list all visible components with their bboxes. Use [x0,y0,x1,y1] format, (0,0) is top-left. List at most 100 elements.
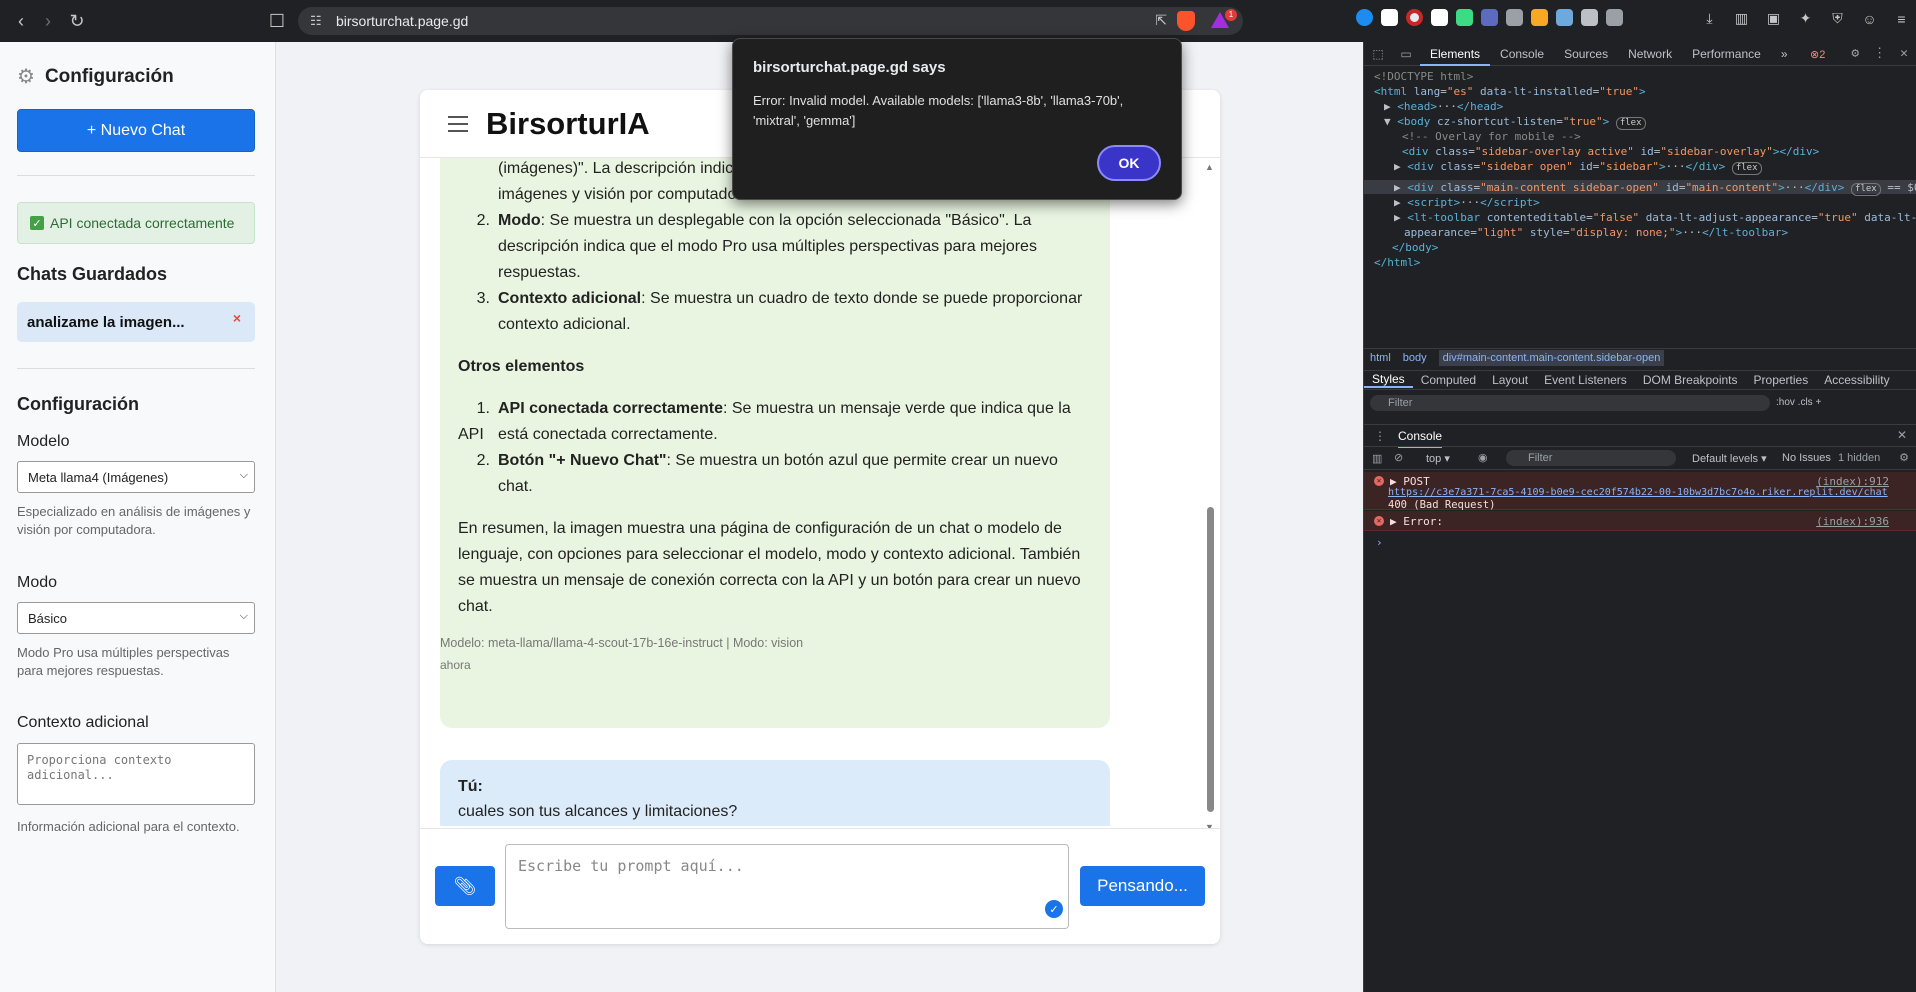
user-label: Tú: [458,778,483,795]
more-options-icon[interactable]: ⋮ [1873,46,1886,61]
console-filter-input[interactable]: Filter [1506,450,1676,466]
tab-event-listeners[interactable]: Event Listeners [1536,373,1635,387]
brave-shields-icon[interactable] [1177,11,1195,31]
dom-node[interactable]: </body> [1392,241,1438,254]
clear-console-icon[interactable]: ⊘ [1394,451,1403,464]
scrollbar-thumb[interactable] [1207,507,1214,812]
close-drawer-icon[interactable]: ✕ [1897,428,1907,442]
tab-performance[interactable]: Performance [1682,42,1771,66]
menu-icon[interactable]: ≡ [1892,9,1911,28]
extension-2-icon[interactable] [1381,9,1398,26]
tab-computed[interactable]: Computed [1413,373,1484,387]
dom-node[interactable]: appearance="light" style="display: none;… [1404,226,1788,239]
gear-icon: ⚙ [17,66,35,88]
context-textarea[interactable]: Proporciona contexto adicional... [17,743,255,805]
console-error-row[interactable]: ✕ ▶ POST (index):912 https://c3e7a371-7c… [1364,472,1916,511]
extension-1-icon[interactable] [1356,9,1373,26]
bookmark-icon[interactable]: ☐ [262,6,292,36]
extension-8-icon[interactable] [1531,9,1548,26]
scroll-up-icon[interactable]: ▲ [1205,162,1214,172]
tab-styles[interactable]: Styles [1364,372,1413,388]
close-icon[interactable]: ✕ [1900,46,1908,61]
model-label: Modelo [17,433,70,450]
profile-icon[interactable]: ☺ [1860,9,1879,28]
sidebar-toggle-icon[interactable]: ▥ [1732,9,1751,28]
mode-select[interactable]: Básico ⌵ [17,602,255,634]
leo-ai-icon[interactable]: ✦ [1796,9,1815,28]
dom-node[interactable]: ▶ <div class="sidebar open" id="sidebar"… [1394,160,1762,175]
console-error-row[interactable]: ✕ ▶ Error: (index):936 [1364,511,1916,531]
dom-node[interactable]: ▶ <head>···</head> [1384,100,1503,113]
vpn-icon[interactable]: ⛨ [1828,9,1847,28]
alert-ok-button[interactable]: OK [1097,145,1161,181]
breadcrumb-main-content[interactable]: div#main-content.main-content.sidebar-op… [1438,349,1665,366]
dom-node[interactable]: ▶ <div class="main-content sidebar-open"… [1394,181,1916,196]
divider [17,175,255,176]
dom-node[interactable]: <div class="sidebar-overlay active" id="… [1402,145,1819,158]
drawer-menu-icon[interactable]: ⋮ [1374,429,1386,443]
send-button[interactable]: Pensando... [1080,866,1205,906]
error-source-link[interactable]: (index):936 [1816,515,1889,528]
hamburger-menu-icon[interactable] [448,116,468,137]
tab-accessibility[interactable]: Accessibility [1816,373,1897,387]
dom-node[interactable]: <!DOCTYPE html> [1374,70,1473,83]
dom-node[interactable]: <html lang="es" data-lt-installed="true"… [1374,85,1646,98]
address-bar[interactable]: ☷ birsorturchat.page.gd ⇱ 1 [298,7,1243,35]
extension-10-icon[interactable] [1606,9,1623,26]
attach-button[interactable]: 📎︎ [435,866,495,906]
messages-scrollbar[interactable]: ▲ ▼ [1205,162,1215,832]
extension-6-icon[interactable] [1481,9,1498,26]
styles-filter-input[interactable]: Filter [1370,395,1770,411]
sidebar-toggle-icon[interactable]: ▥ [1372,452,1382,465]
console-prompt[interactable]: › [1376,536,1383,549]
extension-3-icon[interactable] [1406,9,1423,26]
site-info-icon[interactable]: ☷ [310,13,322,29]
saved-chat-item[interactable]: analizame la imagen... × [17,302,255,342]
model-select[interactable]: Meta llama4 (Imágenes) ⌵ [17,461,255,493]
more-tabs-icon[interactable]: » [1771,42,1798,66]
share-icon[interactable]: ⇱ [1155,12,1167,29]
issues-indicator[interactable]: No Issues [1782,452,1831,464]
extension-4-icon[interactable] [1431,9,1448,26]
dom-node[interactable]: </html> [1374,256,1420,269]
reload-icon[interactable]: ↻ [62,6,92,36]
back-icon[interactable]: ‹ [6,6,36,36]
dom-node[interactable]: ▶ <lt-toolbar contenteditable="false" da… [1394,211,1916,224]
download-icon[interactable]: ⤓ [1700,9,1719,28]
list-item-bold: Modo [498,212,541,229]
extensions-puzzle-icon[interactable] [1581,9,1598,26]
settings-icon[interactable]: ⚙ [1851,46,1859,61]
error-url-link[interactable]: https://c3e7a371-7ca5-4109-b0e9-cec20f57… [1388,487,1888,498]
breadcrumb-body[interactable]: body [1403,352,1427,364]
console-toolbar: ▥ ⊘ top ▾ ◉ Filter Default levels ▾ No I… [1364,446,1916,470]
prompt-input[interactable]: Escribe tu prompt aquí... [505,844,1069,929]
context-select[interactable]: top ▾ [1426,452,1450,465]
grammar-check-icon[interactable]: ✓ [1045,900,1063,918]
forward-icon[interactable]: › [33,6,63,36]
error-count-badge[interactable]: ⊗2 [1810,48,1825,61]
tab-properties[interactable]: Properties [1746,373,1817,387]
inspect-icon[interactable]: ⬚ [1364,47,1392,61]
dom-node[interactable]: <!-- Overlay for mobile --> [1402,130,1581,143]
wallet-icon[interactable]: ▣ [1764,9,1783,28]
eye-icon[interactable]: ◉ [1478,451,1488,464]
device-toolbar-icon[interactable]: ▭ [1392,47,1420,61]
extension-9-icon[interactable] [1556,9,1573,26]
tab-network[interactable]: Network [1618,42,1682,66]
styles-filter-actions[interactable]: :hov .cls + [1776,397,1821,408]
dom-node[interactable]: ▶ <script>···</script> [1394,196,1540,209]
tab-elements[interactable]: Elements [1420,42,1491,66]
tab-layout[interactable]: Layout [1484,373,1536,387]
tab-dom-breakpoints[interactable]: DOM Breakpoints [1635,373,1746,387]
tab-console[interactable]: Console [1490,42,1554,66]
console-settings-icon[interactable]: ⚙ [1899,451,1909,464]
messages-area: (imágenes)". La descripción indica imáge… [420,158,1220,826]
extension-5-icon[interactable] [1456,9,1473,26]
extension-7-icon[interactable] [1506,9,1523,26]
delete-chat-button[interactable]: × [233,310,241,326]
breadcrumb-html[interactable]: html [1370,352,1391,364]
log-levels-select[interactable]: Default levels ▾ [1692,452,1767,465]
dom-node[interactable]: ▼ <body cz-shortcut-listen="true"> flex [1384,115,1646,130]
new-chat-button[interactable]: + Nuevo Chat [17,109,255,152]
tab-sources[interactable]: Sources [1554,42,1618,66]
